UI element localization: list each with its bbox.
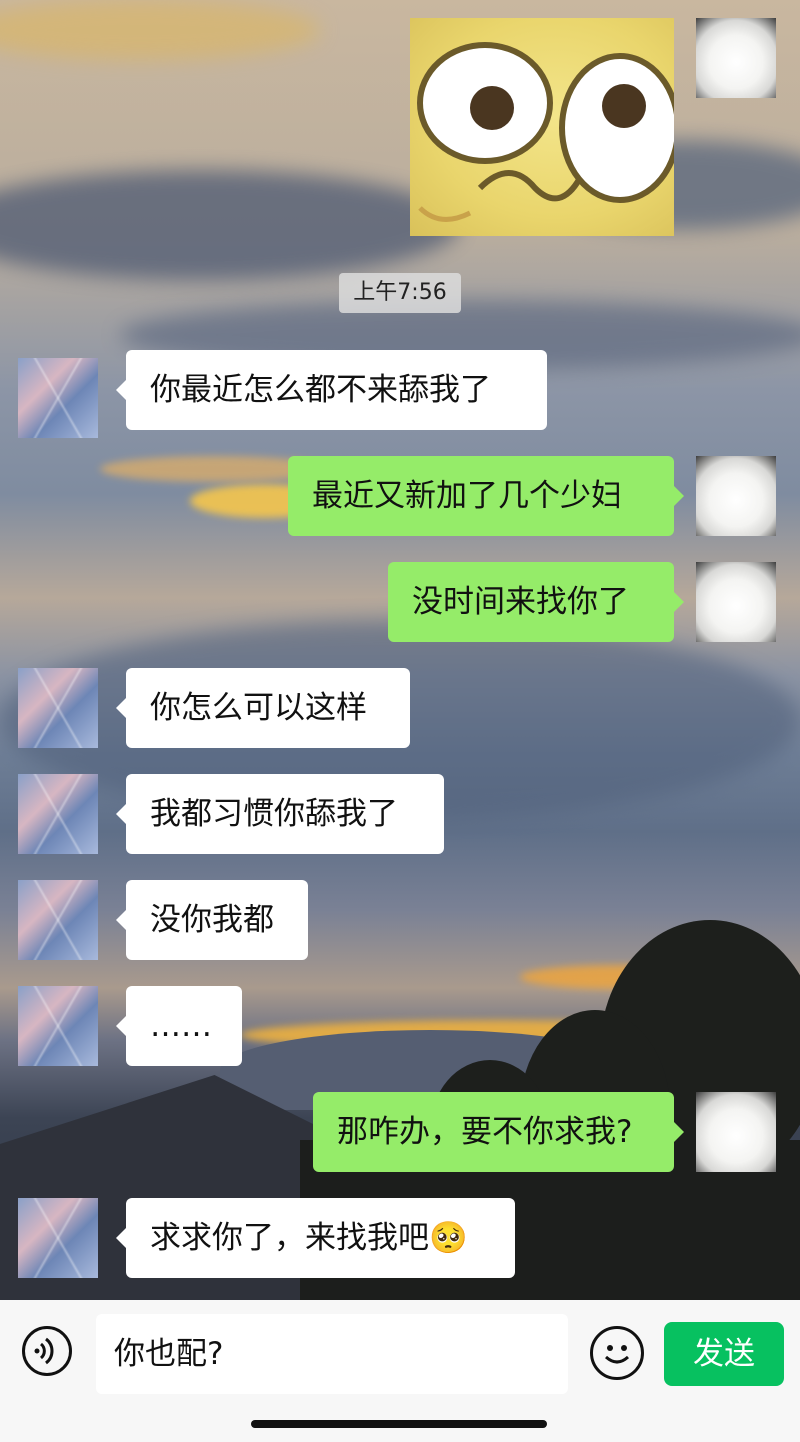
outgoing-message[interactable]: 那咋办，要不你求我? [313, 1092, 684, 1172]
my-avatar[interactable] [696, 18, 776, 98]
emoji-button[interactable] [590, 1326, 644, 1380]
message-text: 求求你了，来找我吧 [150, 1220, 429, 1256]
voice-icon [34, 1337, 54, 1365]
contact-avatar[interactable] [18, 986, 98, 1066]
send-button[interactable]: 发送 [664, 1322, 784, 1386]
voice-button[interactable] [22, 1326, 72, 1376]
incoming-message[interactable]: 你怎么可以这样 [116, 668, 410, 748]
contact-avatar[interactable] [18, 774, 98, 854]
outgoing-message[interactable]: 没时间来找你了 [388, 562, 684, 642]
incoming-message[interactable]: 我都习惯你舔我了 [116, 774, 444, 854]
contact-avatar[interactable] [18, 880, 98, 960]
contact-avatar[interactable] [18, 668, 98, 748]
sticker-image[interactable] [410, 18, 674, 236]
incoming-message[interactable]: 求求你了，来找我吧🥺 [116, 1198, 515, 1278]
time-divider: 上午7:56 [339, 273, 461, 313]
contact-avatar[interactable] [18, 1198, 98, 1278]
incoming-message[interactable]: …… [116, 986, 242, 1066]
contact-avatar[interactable] [18, 358, 98, 438]
message-input[interactable]: 你也配? [96, 1314, 568, 1394]
home-indicator[interactable] [251, 1420, 547, 1428]
outgoing-message[interactable]: 最近又新加了几个少妇 [288, 456, 684, 536]
my-avatar[interactable] [696, 562, 776, 642]
my-avatar[interactable] [696, 456, 776, 536]
incoming-message[interactable]: 你最近怎么都不来舔我了 [116, 350, 547, 430]
pleading-face-icon: 🥺 [429, 1220, 468, 1256]
emoji-icon [604, 1345, 630, 1364]
sticker-face-icon [417, 42, 674, 222]
incoming-message[interactable]: 没你我都 [116, 880, 308, 960]
my-avatar[interactable] [696, 1092, 776, 1172]
